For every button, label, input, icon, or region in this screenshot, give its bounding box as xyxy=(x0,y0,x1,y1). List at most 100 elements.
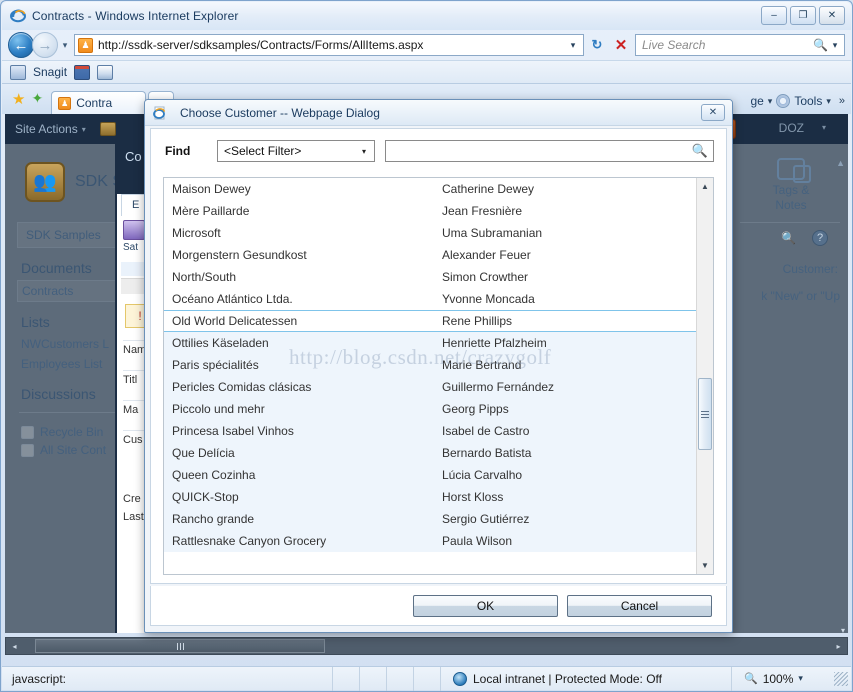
customer-list-rows[interactable]: Maison Dewey Catherine Dewey Mère Paillard… xyxy=(164,178,696,574)
status-cell xyxy=(386,666,413,691)
dialog-close-button[interactable]: ✕ xyxy=(701,104,725,121)
snagit-label[interactable]: Snagit xyxy=(33,65,67,79)
resize-grip-icon[interactable] xyxy=(834,671,848,686)
search-icon[interactable]: 🔍 xyxy=(781,231,796,245)
all-site-content-icon xyxy=(21,443,34,457)
customer-company-name: Que Delícia xyxy=(172,446,235,460)
status-cell xyxy=(332,666,359,691)
customer-company-name: Rattlesnake Canyon Grocery xyxy=(172,534,327,548)
security-zone[interactable]: Local intranet | Protected Mode: Off xyxy=(440,666,731,691)
chevron-down-icon[interactable]: ▾ xyxy=(565,40,581,51)
snagit-capture-window-icon[interactable] xyxy=(74,64,91,80)
navigate-up-icon[interactable] xyxy=(99,122,116,136)
table-row[interactable]: Microsoft Uma Subramanian xyxy=(164,222,696,244)
minimize-button[interactable]: – xyxy=(761,6,787,25)
search-icon[interactable]: 🔍 xyxy=(813,38,828,52)
help-icon[interactable]: ? xyxy=(812,230,828,246)
page-menu-label[interactable]: ge xyxy=(750,94,763,108)
scroll-down-icon[interactable]: ▼ xyxy=(697,557,713,574)
forward-button[interactable]: → xyxy=(32,32,58,58)
tags-notes-line1: Tags & xyxy=(772,183,810,197)
save-button[interactable]: Sat xyxy=(123,220,145,253)
customer-list[interactable]: Maison Dewey Catherine Dewey Mère Paillard… xyxy=(163,177,714,575)
customer-company-name: Morgenstern Gesundkost xyxy=(172,248,307,262)
chevron-down-icon[interactable]: ▾ xyxy=(768,96,773,107)
favorites-star-icon[interactable]: ★ xyxy=(12,90,25,108)
close-button[interactable]: ✕ xyxy=(819,6,845,25)
gear-icon[interactable] xyxy=(776,94,791,108)
table-row[interactable]: Pericles Comidas clásicas Guillermo Ferná… xyxy=(164,376,696,398)
add-to-favorites-icon[interactable]: ✦ xyxy=(31,90,43,107)
scroll-right-icon[interactable]: ▸ xyxy=(830,642,847,651)
table-row[interactable]: Ottilies Käseladen Henriette Pfalzheim xyxy=(164,332,696,354)
scroll-left-icon[interactable]: ◂ xyxy=(6,642,23,651)
ok-button[interactable]: OK xyxy=(413,594,558,617)
back-button[interactable]: ← xyxy=(8,32,34,58)
chevron-down-icon[interactable]: ▾ xyxy=(798,673,803,684)
site-actions-menu[interactable]: Site Actions xyxy=(15,122,78,136)
snagit-capture-region-icon[interactable] xyxy=(97,64,114,80)
address-bar-row: ← → ▾ ♟ http://ssdk-server/sdksamples/Co… xyxy=(2,30,851,60)
table-row[interactable]: Que Delícia Bernardo Batista xyxy=(164,442,696,464)
find-input[interactable]: 🔍 xyxy=(385,140,714,162)
table-row[interactable]: North/South Simon Crowther xyxy=(164,266,696,288)
chevron-down-icon[interactable]: ▾ xyxy=(356,147,372,156)
chevron-down-icon[interactable]: ▾ xyxy=(826,96,831,107)
filter-select[interactable]: <Select Filter> ▾ xyxy=(217,140,375,162)
chevron-down-icon[interactable]: ▾ xyxy=(82,125,86,134)
recycle-bin-label: Recycle Bin xyxy=(40,425,104,439)
url-bar[interactable]: ♟ http://ssdk-server/sdksamples/Contract… xyxy=(74,34,584,56)
page-scroll-down-icon[interactable]: ▾ xyxy=(841,626,845,635)
tags-and-notes-button[interactable]: Tags & Notes xyxy=(748,158,834,213)
customer-contact-name: Guillermo Fernández xyxy=(442,380,555,394)
browser-window: Contracts - Windows Internet Explorer – … xyxy=(0,0,853,692)
status-text: javascript: xyxy=(12,671,67,686)
table-row[interactable]: Queen Cozinha Lúcia Carvalho xyxy=(164,464,696,486)
search-input[interactable]: Live Search 🔍 ▾ xyxy=(635,34,845,56)
find-label: Find xyxy=(165,144,191,158)
table-row[interactable]: Mère Paillarde Jean Fresnière xyxy=(164,200,696,222)
table-row[interactable]: Piccolo und mehr Georg Pipps xyxy=(164,398,696,420)
tab-contracts[interactable]: ♟ Contra xyxy=(51,91,147,114)
save-label: Sat xyxy=(123,242,139,253)
page-horizontal-scrollbar[interactable]: ◂ ▸ xyxy=(5,637,848,655)
table-row[interactable]: Rattlesnake Canyon Grocery Paula Wilson xyxy=(164,530,696,552)
hscroll-thumb[interactable] xyxy=(35,639,325,653)
table-row[interactable]: Morgenstern Gesundkost Alexander Feuer xyxy=(164,244,696,266)
refresh-icon[interactable]: ↻ xyxy=(586,34,608,56)
hscroll-track[interactable] xyxy=(23,638,830,654)
chevron-down-icon[interactable]: ▾ xyxy=(828,40,842,51)
vscroll-thumb[interactable] xyxy=(698,378,712,450)
zoom-control[interactable]: 🔍 100% ▾ xyxy=(731,666,851,691)
customer-field-label: Customer: xyxy=(782,262,838,276)
list-vertical-scrollbar[interactable]: ▲ ▼ xyxy=(696,178,713,574)
customer-company-name: Pericles Comidas clásicas xyxy=(172,380,312,394)
customer-contact-name: Georg Pipps xyxy=(442,402,509,416)
dialog-footer: OK Cancel xyxy=(150,586,727,626)
site-favicon-icon: ♟ xyxy=(78,37,93,53)
search-icon[interactable]: 🔍 xyxy=(692,143,708,159)
maximize-button[interactable]: ❐ xyxy=(790,6,816,25)
table-row[interactable]: Paris spécialités Marie Bertrand xyxy=(164,354,696,376)
site-favicon-glyph: ♟ xyxy=(81,39,90,50)
table-row[interactable]: Princesa Isabel Vinhos Isabel de Castro xyxy=(164,420,696,442)
status-bar: javascript: Local intranet | Protected M… xyxy=(2,666,851,691)
table-row[interactable]: Old World Delicatessen Rene Phillips xyxy=(164,310,696,332)
user-menu[interactable]: DOZ xyxy=(779,121,804,135)
stop-icon[interactable]: ✕ xyxy=(610,34,632,56)
toolbar-overflow-icon[interactable]: » xyxy=(839,95,845,107)
tools-menu-label[interactable]: Tools xyxy=(794,94,822,108)
internet-explorer-icon xyxy=(152,105,168,121)
scroll-up-icon[interactable]: ▲ xyxy=(697,178,713,195)
table-row[interactable]: Maison Dewey Catherine Dewey xyxy=(164,178,696,200)
cancel-button[interactable]: Cancel xyxy=(567,594,712,617)
snagit-icon[interactable] xyxy=(10,64,26,80)
history-dropdown-icon[interactable]: ▾ xyxy=(58,40,72,51)
chevron-down-icon[interactable]: ▾ xyxy=(822,123,826,132)
scroll-up-icon[interactable]: ▲ xyxy=(836,158,845,168)
table-row[interactable]: Océano Atlántico Ltda. Yvonne Moncada xyxy=(164,288,696,310)
table-row[interactable]: QUICK-Stop Horst Kloss xyxy=(164,486,696,508)
table-row[interactable]: Rancho grande Sergio Gutiérrez xyxy=(164,508,696,530)
customer-contact-name: Sergio Gutiérrez xyxy=(442,512,530,526)
customer-company-name: Queen Cozinha xyxy=(172,468,256,482)
